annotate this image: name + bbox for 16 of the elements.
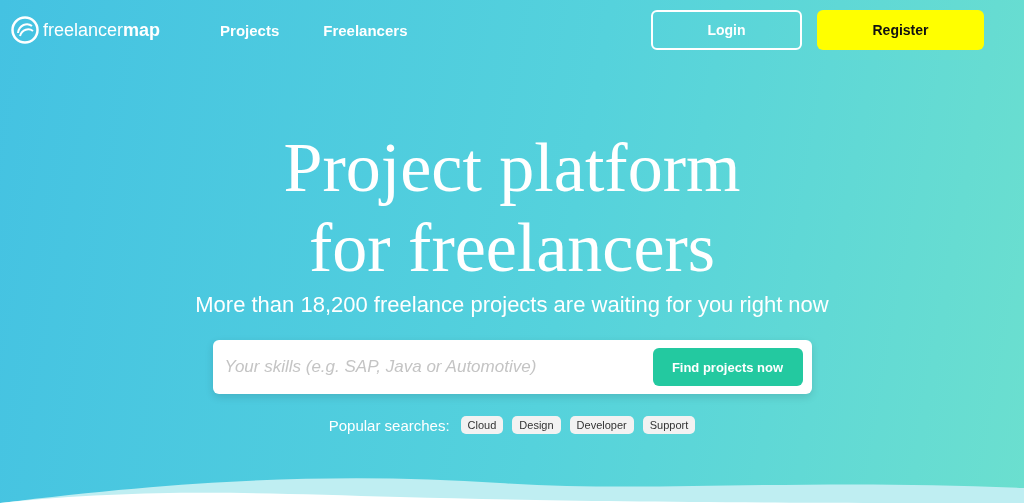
nav-link[interactable]: Projects xyxy=(220,21,280,39)
search-field[interactable]: Your skills (e.g. SAP, Java or Automotive) Find projects now xyxy=(212,340,812,394)
search-tag[interactable]: Developer xyxy=(569,416,634,434)
nav-link[interactable]: Freelancers xyxy=(323,21,408,39)
login-button[interactable]: Login xyxy=(651,10,802,50)
logo-icon xyxy=(10,15,40,45)
search-tag[interactable]: Design xyxy=(512,416,561,434)
popular-searches-label: Popular searches: xyxy=(328,416,450,434)
subtitle: More than 18,200 freelance projects are waiting for you right now xyxy=(195,292,829,318)
search-tag[interactable]: Support xyxy=(642,416,696,434)
logo-text[interactable]: freelancermap xyxy=(43,19,161,41)
register-button[interactable]: Register xyxy=(817,10,984,50)
headline: for freelancers xyxy=(308,208,716,288)
headline: Project platform xyxy=(283,128,741,208)
search-tag[interactable]: Cloud xyxy=(460,416,504,434)
find-projects-button[interactable]: Find projects now xyxy=(652,348,803,386)
